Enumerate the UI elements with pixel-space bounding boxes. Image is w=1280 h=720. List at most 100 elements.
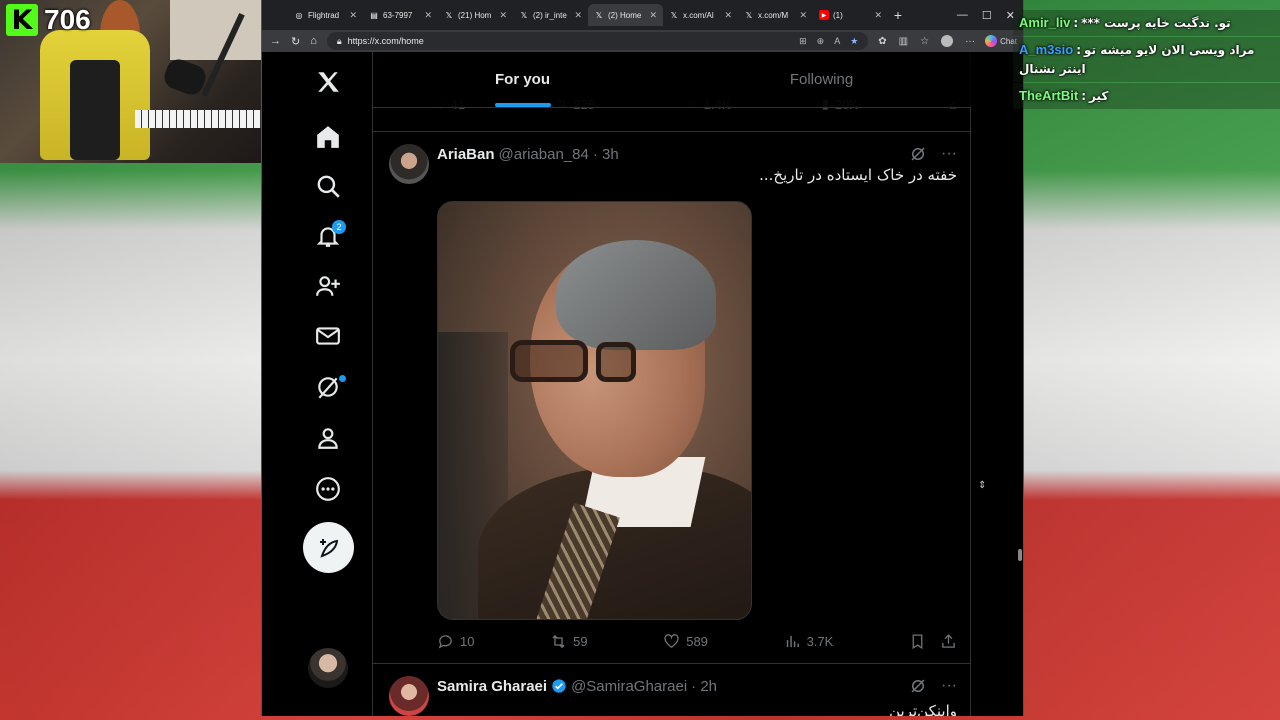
tweet-photo[interactable] bbox=[437, 201, 752, 620]
grok-icon[interactable] bbox=[308, 367, 348, 407]
url-field[interactable]: 🔒︎ https://x.com/home ⊞ ⊕ A ★ bbox=[326, 32, 869, 50]
forward-icon[interactable]: → bbox=[270, 35, 281, 47]
views-button[interactable]: 3.7K bbox=[784, 633, 833, 650]
avatar[interactable] bbox=[389, 144, 429, 184]
close-tab-icon[interactable]: ✕ bbox=[874, 10, 882, 21]
tweet[interactable]: AriaBan @ariaban_84 · 3h ··· خفته در خاک… bbox=[373, 131, 971, 664]
tweet-text: خفته در خاک ایستاده در تاریخ... bbox=[759, 166, 957, 184]
close-tab-icon[interactable]: ✕ bbox=[349, 10, 357, 21]
avatar[interactable] bbox=[389, 676, 429, 716]
tab-title: x.com/Al bbox=[683, 10, 714, 20]
copilot-icon bbox=[985, 35, 998, 47]
tweet-actions: 10 59 589 3.7K bbox=[437, 633, 957, 650]
chat-text: تو. ندگیت خایه پرست *** bbox=[1081, 16, 1231, 30]
close-tab-icon[interactable]: ✕ bbox=[424, 10, 432, 21]
x-app: 2 For you Following AriaBan @ariaban_84 … bbox=[262, 52, 1023, 716]
chat-username[interactable]: Amir_liv bbox=[1019, 15, 1070, 30]
grok-explain-icon[interactable] bbox=[909, 145, 927, 163]
analytics-icon bbox=[786, 635, 799, 648]
compose-post-button[interactable] bbox=[303, 522, 354, 573]
browser-tab[interactable]: ▤ 63-7997 ✕ bbox=[363, 4, 438, 26]
home-icon[interactable]: ⌂ bbox=[310, 35, 317, 47]
split-screen-icon[interactable]: ▥ bbox=[899, 36, 908, 47]
doc-icon: ▤ bbox=[370, 10, 378, 20]
chat-username[interactable]: TheArtBit bbox=[1019, 88, 1078, 103]
maximize-icon[interactable]: ☐ bbox=[982, 9, 992, 22]
close-tab-icon[interactable]: ✕ bbox=[724, 10, 732, 21]
author-handle[interactable]: @SamiraGharaei bbox=[571, 678, 687, 695]
browser-tab[interactable]: ▶ (1) ✕ bbox=[813, 4, 888, 26]
x-icon: 𝕏 bbox=[595, 10, 603, 20]
favorite-star-icon[interactable]: ★ bbox=[850, 36, 858, 47]
bookmark-icon[interactable] bbox=[909, 633, 926, 650]
heart-icon bbox=[664, 634, 679, 648]
notification-count-badge: 2 bbox=[332, 220, 346, 234]
apps-icon[interactable]: ⊞ bbox=[799, 36, 807, 47]
favorites-icon[interactable]: ☆ bbox=[920, 36, 929, 47]
close-tab-icon[interactable]: ✕ bbox=[574, 10, 582, 21]
globe-icon: ◎ bbox=[295, 10, 303, 20]
repost-button[interactable]: 59 bbox=[550, 633, 588, 650]
tab-following[interactable]: Following bbox=[672, 52, 971, 107]
chat-message: A_m3sio: مراد ویسی الان لایو میشه تو اینت… bbox=[1013, 37, 1280, 82]
account-avatar[interactable] bbox=[308, 648, 348, 688]
x-icon: 𝕏 bbox=[445, 10, 453, 20]
author-name[interactable]: AriaBan bbox=[437, 146, 495, 163]
tab-title: x.com/M bbox=[758, 10, 789, 20]
url-text: https://x.com/home bbox=[347, 36, 424, 46]
more-options-icon[interactable]: ··· bbox=[941, 145, 957, 163]
repost-icon bbox=[552, 634, 565, 649]
tweet-time[interactable]: · 2h bbox=[691, 678, 717, 695]
browser-tab[interactable]: ◎ Flightrad ✕ bbox=[288, 4, 363, 26]
browser-tab[interactable]: 𝕏x.com/M ✕ bbox=[738, 4, 813, 26]
profile-nav-icon[interactable] bbox=[308, 418, 348, 458]
scrollbar-thumb[interactable] bbox=[1018, 549, 1022, 561]
grok-explain-icon[interactable] bbox=[909, 677, 927, 695]
more-menu-icon[interactable]: ··· bbox=[965, 36, 975, 47]
chat-username[interactable]: A_m3sio bbox=[1019, 42, 1073, 57]
timeline: ◌ 41 ⇅ 225 ♡ 1.4K ▮ 20K ⌂ For you Follow… bbox=[373, 52, 971, 716]
messages-envelope-icon[interactable] bbox=[308, 316, 348, 356]
browser-tab[interactable]: 𝕏x.com/Al ✕ bbox=[663, 4, 738, 26]
mouse-cursor-icon: ⇕ bbox=[978, 480, 987, 491]
close-tab-icon[interactable]: ✕ bbox=[649, 10, 657, 21]
stream-chat: Amir_liv: تو. ندگیت خایه پرست *** A_m3sio:… bbox=[1013, 10, 1280, 110]
youtube-icon: ▶ bbox=[819, 10, 829, 20]
x-logo-icon[interactable] bbox=[308, 62, 348, 102]
browser-window: ◎ Flightrad ✕ ▤ 63-7997 ✕ 𝕏 (21) Hom ✕ 𝕏 (2) ir_in… bbox=[261, 0, 1024, 716]
tweet-header: AriaBan @ariaban_84 · 3h ··· bbox=[437, 145, 957, 163]
chat-text: کیر bbox=[1089, 89, 1109, 103]
read-aloud-icon[interactable]: A bbox=[834, 36, 840, 47]
author-handle[interactable]: @ariaban_84 bbox=[499, 146, 589, 163]
tweet-time[interactable]: · 3h bbox=[593, 146, 619, 163]
browser-tab[interactable]: 𝕏 (2) Home ✕ bbox=[588, 4, 663, 26]
tweet[interactable]: Samira Gharaei @SamiraGharaei · 2h ··· و… bbox=[373, 664, 971, 716]
like-button[interactable]: 589 bbox=[663, 633, 708, 650]
tab-bar: ◎ Flightrad ✕ ▤ 63-7997 ✕ 𝕏 (21) Hom ✕ 𝕏 (2) ir_in… bbox=[262, 0, 1023, 30]
browser-tab[interactable]: 𝕏 (2) ir_inte ✕ bbox=[513, 4, 588, 26]
reply-button[interactable]: 10 bbox=[437, 633, 474, 650]
close-tab-icon[interactable]: ✕ bbox=[499, 10, 507, 21]
more-circle-icon[interactable] bbox=[308, 469, 348, 509]
close-tab-icon[interactable]: ✕ bbox=[799, 10, 807, 21]
minimize-icon[interactable]: — bbox=[957, 9, 968, 21]
tab-list: ◎ Flightrad ✕ ▤ 63-7997 ✕ 𝕏 (21) Hom ✕ 𝕏 (2) ir_in… bbox=[262, 4, 888, 26]
refresh-icon[interactable]: ↻ bbox=[291, 35, 300, 48]
stream-canvas: K 706 ◎ Flightrad ✕ ▤ 63-7997 ✕ 𝕏 (21) Hom ✕ 𝕏 (2)… bbox=[0, 0, 1280, 720]
more-options-icon[interactable]: ··· bbox=[941, 677, 957, 695]
browser-tab[interactable]: 𝕏 (21) Hom ✕ bbox=[438, 4, 513, 26]
verified-badge-icon bbox=[552, 679, 566, 693]
follow-user-icon[interactable] bbox=[308, 266, 348, 306]
share-icon[interactable] bbox=[940, 633, 957, 650]
tab-for-you[interactable]: For you bbox=[373, 52, 672, 107]
home-nav-icon[interactable] bbox=[308, 117, 348, 157]
active-tab-indicator bbox=[494, 103, 551, 107]
x-sidebar: 2 bbox=[262, 52, 373, 716]
search-icon[interactable] bbox=[308, 166, 348, 206]
new-tab-button[interactable]: + bbox=[888, 7, 908, 23]
piano-keyboard-image bbox=[135, 110, 265, 128]
profile-icon[interactable] bbox=[941, 35, 954, 47]
zoom-icon[interactable]: ⊕ bbox=[817, 36, 825, 47]
author-name[interactable]: Samira Gharaei bbox=[437, 678, 547, 695]
extensions-icon[interactable]: ✿ bbox=[878, 36, 886, 47]
